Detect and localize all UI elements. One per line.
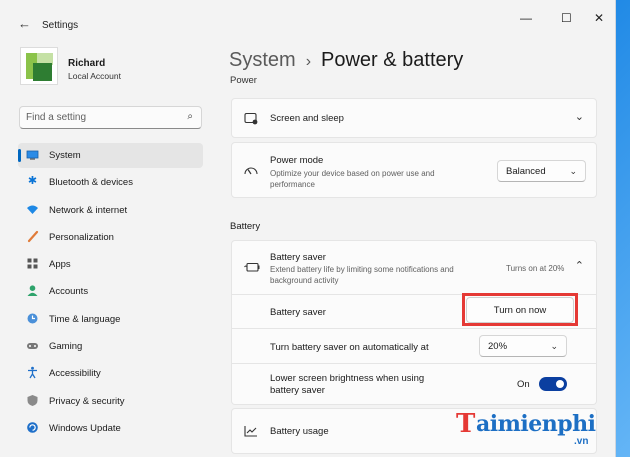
sidebar-item-gaming[interactable]: Gaming: [18, 334, 203, 359]
sidebar-item-privacy-security[interactable]: Privacy & security: [18, 389, 203, 414]
avatar[interactable]: [20, 47, 58, 85]
screen-sleep-icon: [244, 112, 258, 128]
active-indicator: [18, 149, 21, 162]
sidebar-item-label: Apps: [49, 259, 71, 271]
wifi-icon: [26, 203, 39, 216]
update-icon: [26, 421, 39, 434]
brightness-label: Lower screen brightness when using batte…: [270, 373, 425, 396]
sidebar-item-bluetooth[interactable]: ✱ Bluetooth & devices: [18, 170, 203, 195]
sidebar-item-label: Accessibility: [49, 368, 101, 380]
sidebar-item-label: Time & language: [49, 313, 121, 325]
back-arrow-icon[interactable]: ←: [18, 17, 31, 30]
shield-icon: [26, 394, 39, 407]
sidebar-item-label: Network & internet: [49, 204, 128, 216]
accessibility-icon: [26, 366, 39, 379]
search-icon[interactable]: ⌕: [187, 111, 193, 122]
user-name: Richard: [68, 58, 106, 69]
battery-saver-row-label: Battery saver: [270, 307, 326, 318]
maximize-icon[interactable]: ☐: [561, 12, 572, 24]
battery-section-heading: Battery: [230, 221, 261, 232]
power-mode-title: Power mode: [270, 155, 324, 166]
watermark-logo: T aimienphi .vn: [456, 409, 615, 457]
chevron-down-icon[interactable]: ⌄: [575, 112, 584, 123]
sidebar-item-label: Windows Update: [49, 422, 121, 434]
sidebar-item-label: Privacy & security: [49, 395, 125, 407]
brightness-toggle[interactable]: [539, 377, 567, 391]
search-box[interactable]: ⌕: [19, 106, 202, 129]
close-icon[interactable]: ✕: [594, 12, 604, 24]
apps-icon: [26, 257, 39, 270]
breadcrumb-separator: ›: [305, 53, 312, 70]
avatar-shape: [33, 63, 52, 81]
gamepad-icon: [26, 339, 39, 352]
battery-saver-status: Turns on at 20%: [506, 264, 565, 273]
watermark-tld: .vn: [574, 436, 589, 447]
screen-sleep-card[interactable]: Screen and sleep ⌄: [231, 98, 597, 138]
sidebar-item-time-language[interactable]: Time & language: [18, 307, 203, 332]
sidebar-item-label: System: [49, 150, 81, 161]
sidebar-item-windows-update[interactable]: Windows Update: [18, 416, 203, 441]
chart-icon: [244, 425, 258, 440]
sidebar-item-label: Accounts: [49, 286, 89, 298]
search-input[interactable]: [26, 110, 176, 125]
system-icon: [26, 148, 39, 161]
brush-icon: [26, 230, 39, 243]
auto-saver-row: Turn battery saver on automatically at 2…: [231, 329, 597, 364]
power-mode-description: Optimize your device based on power use …: [270, 169, 435, 189]
title-bar: ← Settings — ☐ ✕: [0, 0, 615, 38]
breadcrumb[interactable]: System: [229, 49, 296, 71]
chevron-up-icon[interactable]: ⌃: [575, 261, 584, 272]
auto-saver-label: Turn battery saver on automatically at: [270, 342, 429, 353]
account-type: Local Account: [68, 71, 121, 81]
toggle-state-label: On: [517, 379, 530, 390]
sidebar-item-label: Personalization: [49, 231, 114, 243]
sidebar-item-label: Bluetooth & devices: [49, 177, 133, 189]
sidebar-item-label: Gaming: [49, 341, 83, 353]
settings-window: ← Settings — ☐ ✕ Richard Local Account ⌕…: [0, 0, 616, 457]
sidebar-item-system[interactable]: System: [18, 143, 203, 168]
minimize-icon[interactable]: —: [520, 12, 532, 24]
power-section-heading: Power: [230, 75, 257, 84]
bluetooth-icon: ✱: [27, 175, 38, 188]
power-mode-select[interactable]: Balanced ⌄: [497, 160, 586, 182]
power-mode-value: Balanced: [506, 166, 546, 177]
auto-saver-value: 20%: [488, 341, 508, 352]
sidebar-item-accounts[interactable]: Accounts: [18, 279, 203, 304]
app-title: Settings: [42, 20, 79, 31]
battery-saver-description: Extend battery life by limiting some not…: [270, 265, 454, 285]
battery-saver-title: Battery saver: [270, 252, 326, 263]
power-mode-icon: [244, 165, 258, 180]
page-title: System › Power & battery: [229, 49, 463, 72]
sidebar-nav: System ✱ Bluetooth & devices Network & i…: [18, 143, 203, 443]
chevron-down-icon: ⌄: [550, 341, 558, 351]
battery-saver-icon: [244, 262, 260, 276]
page-title-text: Power & battery: [321, 49, 464, 71]
toggle-knob: [556, 380, 564, 388]
globe-clock-icon: [26, 312, 39, 325]
auto-saver-threshold-select[interactable]: 20% ⌄: [479, 335, 567, 357]
watermark-brand: aimienphi: [476, 411, 596, 437]
sidebar-item-apps[interactable]: Apps: [18, 252, 203, 277]
battery-usage-title: Battery usage: [270, 426, 329, 437]
chevron-down-icon: ⌄: [569, 166, 577, 176]
sidebar-item-accessibility[interactable]: Accessibility: [18, 361, 203, 386]
person-icon: [26, 284, 39, 297]
watermark-initial: T: [456, 409, 476, 439]
sidebar-item-personalization[interactable]: Personalization: [18, 225, 203, 250]
screen-sleep-title: Screen and sleep: [270, 113, 344, 124]
sidebar-item-network[interactable]: Network & internet: [18, 198, 203, 223]
highlight-box: [462, 293, 578, 326]
power-mode-card: Power mode Optimize your device based on…: [231, 142, 597, 198]
